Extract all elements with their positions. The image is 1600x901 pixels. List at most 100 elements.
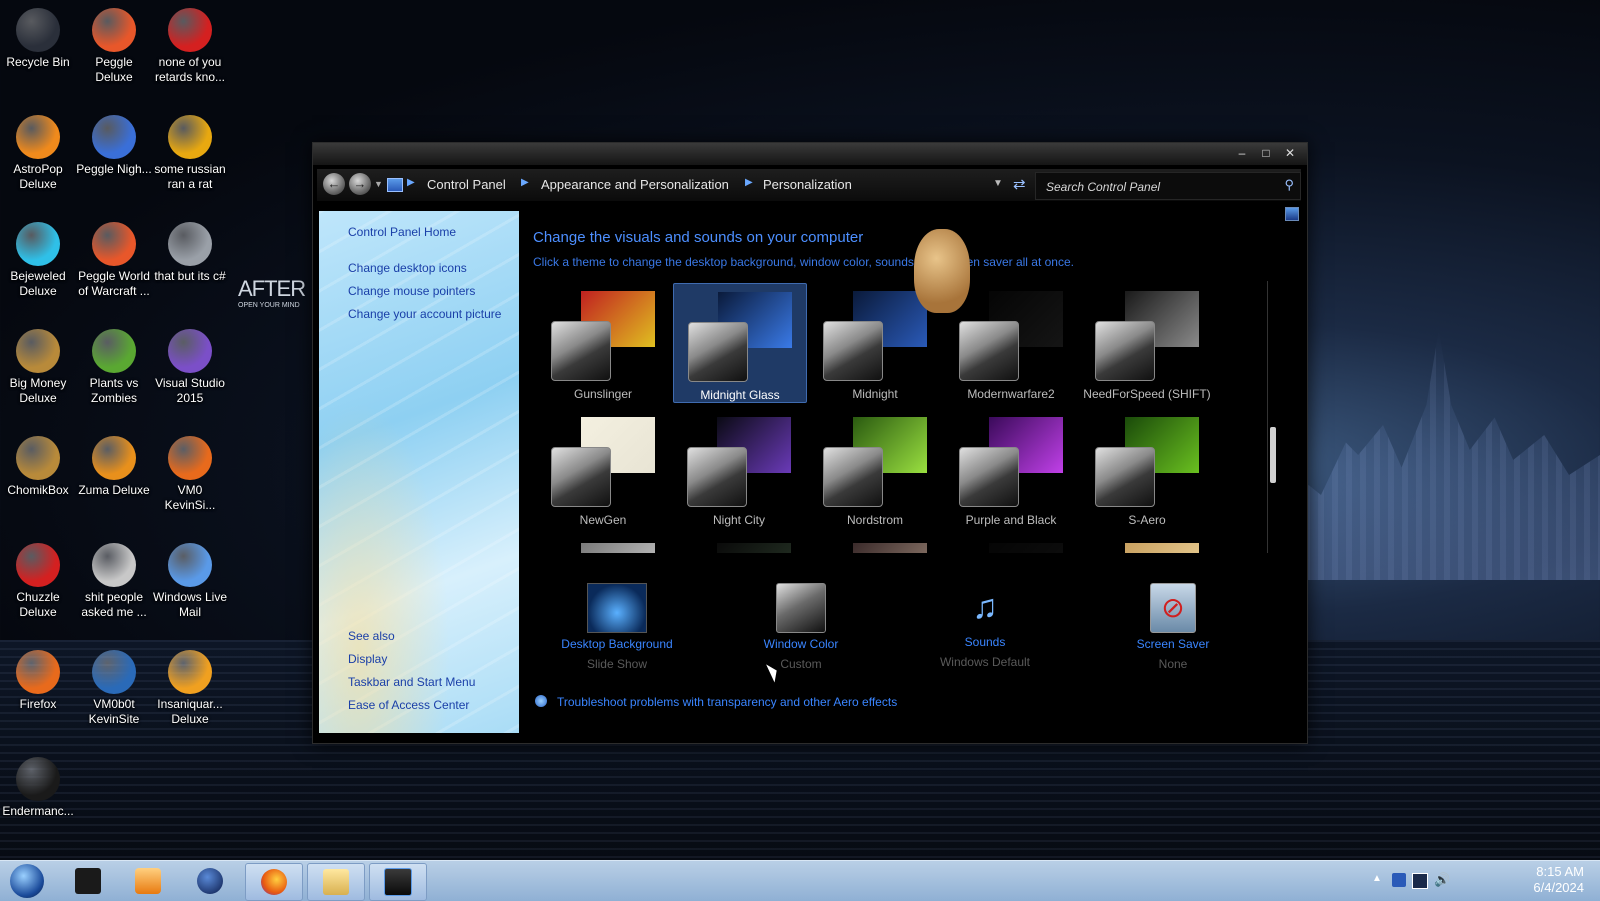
copy-icon bbox=[168, 222, 212, 266]
breadcrumb-personalization[interactable]: Personalization bbox=[763, 177, 852, 192]
theme-tile[interactable] bbox=[537, 535, 669, 553]
desktop-icon-label: Zuma Deluxe bbox=[78, 483, 150, 497]
theme-preview bbox=[853, 543, 927, 553]
desktop-icon[interactable]: Chuzzle Deluxe bbox=[0, 543, 76, 620]
title-bar[interactable]: – □ ✕ bbox=[313, 143, 1307, 165]
option-label: Sounds bbox=[964, 635, 1006, 649]
desktop-icon[interactable]: Windows Live Mail bbox=[152, 543, 228, 620]
address-dropdown-icon[interactable]: ▼ bbox=[993, 178, 1003, 189]
close-icon[interactable]: ✕ bbox=[1281, 146, 1299, 160]
theme-tile[interactable] bbox=[809, 535, 941, 553]
theme-tile[interactable]: Purple and Black bbox=[945, 409, 1077, 527]
option-sounds[interactable]: ♫ Sounds Windows Default bbox=[905, 583, 1065, 669]
volume-icon[interactable]: 🔊 bbox=[1434, 873, 1450, 887]
desktop-icon[interactable]: VM0b0t KevinSite bbox=[76, 650, 152, 727]
desktop-icon[interactable]: VM0 KevinSi... bbox=[152, 436, 228, 513]
theme-tile[interactable]: Night City bbox=[673, 409, 805, 527]
clock-date: 6/4/2024 bbox=[1533, 880, 1584, 895]
address-bar: ← → ▼ ▶ Control Panel ▶ Appearance and P… bbox=[317, 169, 1301, 201]
breadcrumb-appearance[interactable]: Appearance and Personalization bbox=[541, 177, 729, 192]
taskbar-clock[interactable]: 8:15 AM 6/4/2024 bbox=[1533, 864, 1584, 896]
de-icon bbox=[168, 115, 212, 159]
sidebar-link-mouse-pointers[interactable]: Change mouse pointers bbox=[348, 284, 475, 298]
desktop-icon[interactable]: Zuma Deluxe bbox=[76, 436, 152, 498]
desktop-icon[interactable]: Firefox bbox=[0, 650, 76, 712]
desktop-icon[interactable]: Peggle Nigh... bbox=[76, 115, 152, 177]
desktop-icon[interactable]: some russian ran a rat bbox=[152, 115, 228, 192]
see-also-ease-of-access[interactable]: Ease of Access Center bbox=[348, 698, 469, 712]
search-input[interactable] bbox=[1044, 177, 1268, 197]
back-button[interactable]: ← bbox=[323, 173, 345, 195]
desktop-icon-label: AstroPop Deluxe bbox=[13, 162, 63, 191]
forward-button[interactable]: → bbox=[349, 173, 371, 195]
desktop-icon[interactable]: Bejeweled Deluxe bbox=[0, 222, 76, 299]
desktop-icon-label: Recycle Bin bbox=[6, 55, 70, 69]
desktop-icon[interactable]: Visual Studio 2015 bbox=[152, 329, 228, 406]
red-bird-icon bbox=[168, 8, 212, 52]
desktop-icon[interactable]: Big Money Deluxe bbox=[0, 329, 76, 406]
breadcrumb-arrow-icon[interactable]: ▶ bbox=[521, 177, 529, 188]
taskbar-firefox[interactable] bbox=[245, 863, 303, 901]
sidebar-link-account-picture[interactable]: Change your account picture bbox=[348, 307, 501, 321]
desktop-icon[interactable]: Insaniquar... Deluxe bbox=[152, 650, 228, 727]
start-button[interactable] bbox=[2, 863, 52, 899]
taskbar-globe[interactable] bbox=[182, 863, 238, 899]
desktop-icon-label: Insaniquar... Deluxe bbox=[157, 697, 223, 726]
theme-name: Night City bbox=[712, 513, 765, 527]
theme-tile[interactable]: S-Aero bbox=[1081, 409, 1213, 527]
desktop-icon[interactable]: AstroPop Deluxe bbox=[0, 115, 76, 192]
sidebar-link-control-panel-home[interactable]: Control Panel Home bbox=[348, 225, 456, 239]
breadcrumb-control-panel[interactable]: Control Panel bbox=[427, 177, 506, 192]
desktop-icon[interactable]: none of you retards kno... bbox=[152, 8, 228, 85]
see-also-display[interactable]: Display bbox=[348, 652, 387, 666]
desktop-icon[interactable]: Plants vs Zombies bbox=[76, 329, 152, 406]
main-content: Change the visuals and sounds on your co… bbox=[519, 211, 1305, 741]
breadcrumb-arrow-icon[interactable]: ▶ bbox=[745, 177, 753, 188]
theme-window-swatch bbox=[823, 447, 883, 507]
desktop-icon[interactable]: that but its c# bbox=[152, 222, 228, 284]
breadcrumb-arrow-icon[interactable]: ▶ bbox=[407, 177, 415, 188]
desktop-icon[interactable]: shit people asked me ... bbox=[76, 543, 152, 620]
shield-icon[interactable] bbox=[1392, 873, 1406, 887]
desktop-icon[interactable]: Endermanc... bbox=[0, 757, 76, 819]
tray-arrow-icon[interactable]: ▲ bbox=[1372, 873, 1382, 884]
theme-tile[interactable] bbox=[945, 535, 1077, 553]
theme-tile[interactable]: Midnight Glass bbox=[673, 283, 807, 403]
theme-tile[interactable]: NeedForSpeed (SHIFT) bbox=[1081, 283, 1213, 401]
city-skyline bbox=[1290, 330, 1600, 580]
theme-tile[interactable]: Gunslinger bbox=[537, 283, 669, 401]
taskbar-control-panel[interactable] bbox=[369, 863, 427, 901]
option-desktop-background[interactable]: Desktop Background Slide Show bbox=[537, 583, 697, 671]
scroll-thumb[interactable] bbox=[1270, 427, 1276, 483]
theme-tile[interactable] bbox=[673, 535, 805, 553]
option-screen-saver[interactable]: ⊘ Screen Saver None bbox=[1093, 583, 1253, 671]
theme-tile[interactable]: NewGen bbox=[537, 409, 669, 527]
see-also-taskbar[interactable]: Taskbar and Start Menu bbox=[348, 675, 475, 689]
theme-tile[interactable]: Nordstrom bbox=[809, 409, 941, 527]
windows-logo-icon bbox=[10, 864, 44, 898]
theme-window-swatch bbox=[688, 322, 748, 382]
desktop-icon[interactable]: ChomikBox bbox=[0, 436, 76, 498]
network-icon[interactable] bbox=[1412, 873, 1428, 889]
option-window-color[interactable]: Window Color Custom bbox=[721, 583, 881, 671]
theme-tile[interactable] bbox=[1081, 535, 1213, 553]
taskbar-explorer[interactable] bbox=[307, 863, 365, 901]
gallery-scrollbar[interactable] bbox=[1267, 281, 1278, 553]
maximize-icon[interactable]: □ bbox=[1257, 146, 1275, 160]
desktop-icon-label: VM0 KevinSi... bbox=[164, 483, 216, 512]
search-icon[interactable]: ⚲ bbox=[1284, 177, 1294, 193]
troubleshoot-link[interactable]: Troubleshoot problems with transparency … bbox=[557, 695, 897, 709]
recycle-bin-icon bbox=[16, 8, 60, 52]
refresh-icon[interactable]: ⇄ bbox=[1013, 175, 1026, 193]
taskbar: ▲ 🔊 8:15 AM 6/4/2024 bbox=[0, 860, 1600, 901]
desktop-icon[interactable]: Peggle Deluxe bbox=[76, 8, 152, 85]
history-dropdown-icon[interactable]: ▼ bbox=[374, 179, 383, 189]
theme-name: NeedForSpeed (SHIFT) bbox=[1083, 387, 1211, 401]
desktop-icon-label: none of you retards kno... bbox=[154, 55, 226, 84]
taskbar-recycle[interactable] bbox=[60, 863, 116, 899]
desktop-icon[interactable]: Peggle World of Warcraft ... bbox=[76, 222, 152, 299]
taskbar-media-player[interactable] bbox=[120, 863, 176, 899]
minimize-icon[interactable]: – bbox=[1233, 146, 1251, 160]
desktop-icon[interactable]: Recycle Bin bbox=[0, 8, 76, 70]
sidebar-link-desktop-icons[interactable]: Change desktop icons bbox=[348, 261, 467, 275]
